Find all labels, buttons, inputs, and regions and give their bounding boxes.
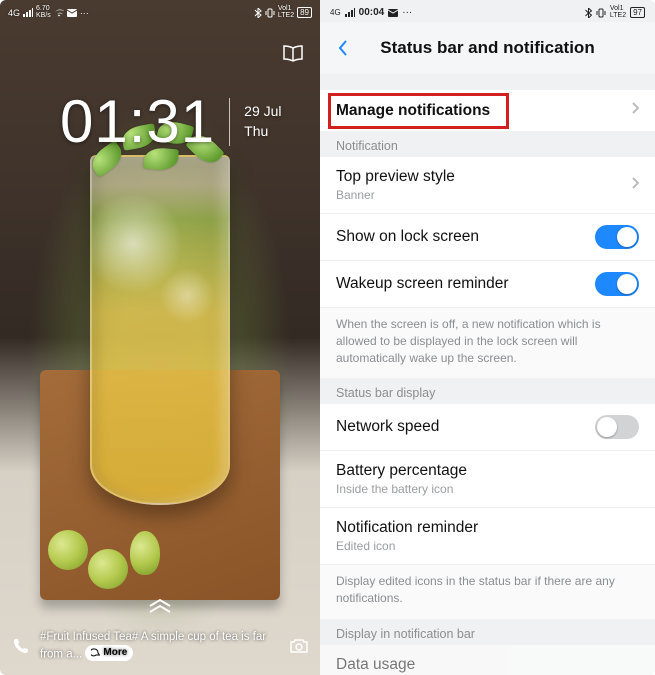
signal-icon: [345, 8, 355, 18]
row-data-usage[interactable]: Data usage Network-enabled card: [320, 645, 655, 675]
row-label: Manage notifications: [336, 102, 631, 120]
row-label: Show on lock screen: [336, 228, 595, 246]
toggle-off[interactable]: [595, 415, 639, 439]
camera-icon[interactable]: [288, 635, 310, 657]
title-bar: Status bar and notification: [320, 22, 655, 74]
lock-screen: 4G 6.70 KB/s ··· Vol1 LTE2 89 01:31 29 J…: [0, 0, 320, 675]
network-4g-label: 4G: [330, 8, 341, 17]
row-label: Top preview style: [336, 168, 631, 186]
row-label: Wakeup screen reminder: [336, 275, 595, 293]
swipe-up-icon[interactable]: [146, 594, 174, 619]
mail-icon: [67, 9, 77, 17]
wallpaper-glass: [90, 155, 230, 505]
wallpaper-lime: [88, 549, 128, 589]
battery-icon: 89: [297, 7, 312, 18]
section-header-status-bar: Status bar display: [320, 378, 655, 404]
bluetooth-icon: [585, 8, 592, 18]
more-button[interactable]: More: [85, 645, 133, 661]
sim-label: Vol1 LTE2: [610, 6, 626, 19]
section-header-notif-bar: Display in notification bar: [320, 619, 655, 645]
status-bar: 4G 6.70 KB/s ··· Vol1 LTE2 89: [0, 0, 320, 22]
vibrate-icon: [596, 8, 606, 18]
status-bar: 4G 00:04 ··· Vol1 LTE2 97: [320, 0, 655, 22]
helper-text: Display edited icons in the status bar i…: [320, 564, 655, 619]
row-value: Banner: [336, 188, 631, 202]
row-battery-percentage[interactable]: Battery percentage Inside the battery ic…: [320, 450, 655, 507]
chevron-right-icon: [631, 176, 639, 195]
signal-icon: [23, 8, 33, 18]
lock-clock: 01:31 29 Jul Thu: [0, 22, 320, 156]
phone-icon[interactable]: [10, 635, 32, 657]
vibrate-icon: [265, 8, 275, 18]
row-notification-reminder[interactable]: Notification reminder Edited icon: [320, 507, 655, 564]
status-time: 00:04: [359, 7, 385, 18]
section-header-notification: Notification: [320, 131, 655, 157]
battery-icon: 97: [630, 7, 645, 18]
clock-date: 29 Jul: [244, 102, 281, 122]
sim-label: Vol1 LTE2: [278, 6, 294, 19]
row-label: Notification reminder: [336, 519, 639, 537]
row-value: Edited icon: [336, 539, 639, 553]
chevron-right-icon: [631, 101, 639, 120]
row-show-on-lock-screen[interactable]: Show on lock screen: [320, 213, 655, 260]
clock-time: 01:31: [60, 87, 215, 156]
more-dots-icon: ···: [80, 8, 89, 18]
row-label: Network speed: [336, 418, 595, 436]
row-network-speed[interactable]: Network speed: [320, 404, 655, 450]
toggle-on[interactable]: [595, 225, 639, 249]
speed-label: 6.70 KB/s: [36, 6, 51, 19]
row-label: Battery percentage: [336, 462, 639, 480]
back-button[interactable]: [328, 39, 358, 57]
row-manage-notifications[interactable]: Manage notifications: [320, 90, 655, 131]
wallpaper-lime-half: [130, 531, 160, 575]
row-top-preview-style[interactable]: Top preview style Banner: [320, 157, 655, 213]
row-label: Data usage: [336, 656, 639, 674]
row-wakeup-screen-reminder[interactable]: Wakeup screen reminder: [320, 260, 655, 307]
row-value: Inside the battery icon: [336, 482, 639, 496]
wifi-icon: [54, 8, 64, 18]
helper-text: When the screen is off, a new notificati…: [320, 307, 655, 378]
clock-divider: [229, 98, 230, 146]
more-dots-icon: ···: [402, 7, 412, 18]
network-4g-label: 4G: [8, 8, 20, 18]
bluetooth-icon: [254, 8, 262, 18]
wallpaper-caption: #Fruit Infused Tea# A simple cup of tea …: [40, 630, 280, 663]
mail-icon: [388, 9, 398, 17]
settings-screen: 4G 00:04 ··· Vol1 LTE2 97 Status bar and…: [320, 0, 655, 675]
clock-day: Thu: [244, 122, 281, 142]
toggle-on[interactable]: [595, 272, 639, 296]
page-title: Status bar and notification: [358, 38, 617, 58]
wallpaper-lime: [48, 530, 88, 570]
